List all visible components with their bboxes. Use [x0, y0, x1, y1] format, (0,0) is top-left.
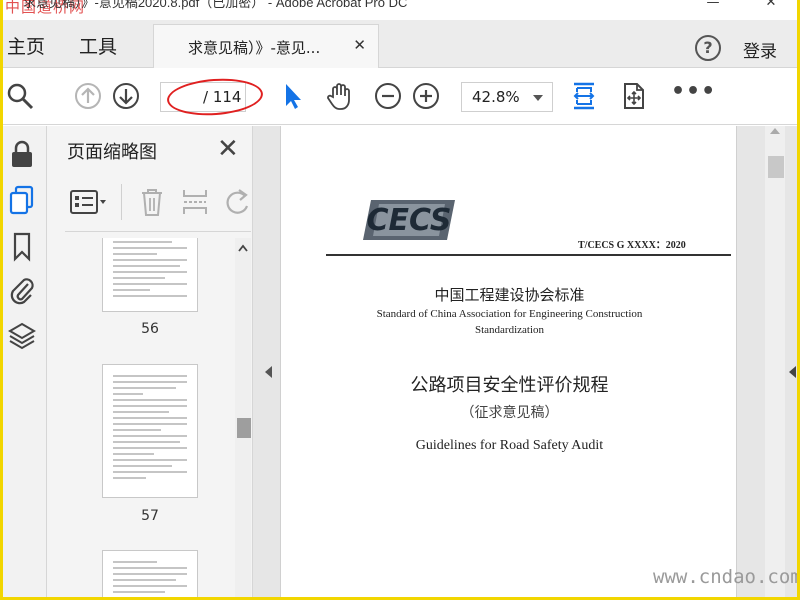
page-thumbnails-icon[interactable]	[7, 184, 37, 216]
fit-page-icon[interactable]	[569, 81, 599, 111]
insert-page-icon[interactable]	[181, 186, 209, 218]
attachment-icon[interactable]	[7, 274, 37, 306]
panel-scrollbar[interactable]	[235, 238, 251, 597]
page-thumbnail[interactable]	[102, 550, 198, 597]
lock-icon[interactable]	[7, 138, 37, 170]
title-bar: 中国道桥网 求意见稿）》-意见稿2020.8.pdf（已加密） - Adobe …	[3, 0, 797, 20]
search-icon[interactable]	[5, 81, 35, 111]
hand-tool-icon[interactable]	[325, 81, 355, 111]
document-tab[interactable]: 求意见稿）》-意见... ✕	[153, 24, 379, 68]
standard-code: T/CECS G XXXX：2020	[578, 240, 686, 251]
layers-icon[interactable]	[7, 320, 37, 352]
page-thumbnail[interactable]	[102, 364, 198, 498]
panel-toolbar-divider	[121, 184, 122, 220]
menu-tools[interactable]: 工具	[79, 32, 117, 59]
full-screen-icon[interactable]	[619, 81, 649, 111]
page-thumbnails-panel: 页面缩略图 ✕ 56 57	[47, 126, 253, 597]
toolbar: / 114 42.8% •••	[3, 69, 797, 125]
close-tab-button[interactable]: ✕	[353, 36, 366, 54]
more-options-icon[interactable]: •••	[671, 79, 716, 104]
window-title: 求意见稿）》-意见稿2020.8.pdf（已加密） - Adobe Acroba…	[23, 0, 408, 10]
panel-scrollbar-thumb[interactable]	[237, 418, 251, 438]
thumbnail-options-icon[interactable]	[69, 188, 109, 216]
organization-en-line1: Standard of China Association for Engine…	[376, 308, 643, 320]
bookmark-icon[interactable]	[7, 230, 37, 262]
panel-toolbar	[65, 176, 251, 232]
menu-bar: 主页 工具 求意见稿）》-意见... ✕ ? 登录	[3, 20, 797, 68]
trash-icon[interactable]	[139, 186, 165, 218]
select-cursor-icon[interactable]	[277, 81, 307, 111]
next-page-icon[interactable]	[111, 81, 141, 111]
menu-home[interactable]: 主页	[7, 32, 45, 59]
close-panel-button[interactable]: ✕	[217, 134, 239, 164]
previous-page-icon[interactable]	[73, 81, 103, 111]
document-title-en: Guidelines for Road Safety Audit	[415, 438, 604, 453]
logo-text: CECS	[366, 203, 451, 238]
document-scrollbar-thumb[interactable]	[768, 156, 784, 178]
help-icon[interactable]: ?	[695, 35, 721, 61]
minimize-button[interactable]: —	[693, 0, 733, 10]
document-scrollbar[interactable]	[765, 126, 785, 597]
thumbnail-label: 56	[141, 321, 159, 337]
page-thumbnail[interactable]	[102, 238, 198, 312]
zoom-level-value: 42.8%	[472, 88, 520, 106]
login-button[interactable]: 登录	[743, 37, 777, 62]
scroll-up-icon[interactable]	[770, 128, 780, 134]
document-title-cn: 公路项目安全性评价规程	[410, 375, 609, 396]
pdf-page: CECS T/CECS G XXXX：2020 中国工程建设协会标准 Stand…	[280, 126, 737, 597]
document-subtitle-cn: （征求意见稿）	[460, 405, 559, 421]
zoom-in-icon[interactable]	[411, 81, 441, 111]
zoom-out-icon[interactable]	[373, 81, 403, 111]
cecs-logo: CECS	[363, 200, 455, 240]
collapse-left-panel-icon[interactable]	[265, 366, 272, 378]
acrobat-window: 中国道桥网 求意见稿）》-意见稿2020.8.pdf（已加密） - Adobe …	[3, 0, 797, 597]
left-rail	[3, 126, 47, 597]
thumbnail-list: 56 57	[47, 238, 235, 597]
close-window-button[interactable]: ✕	[751, 0, 791, 10]
document-view: CECS T/CECS G XXXX：2020 中国工程建设协会标准 Stand…	[253, 126, 797, 597]
site-watermark: www.cndao.com	[653, 566, 797, 588]
thumbnail-label: 57	[141, 508, 159, 524]
rotate-icon[interactable]	[223, 186, 251, 218]
panel-title: 页面缩略图	[67, 142, 157, 163]
organization-en-line2: Standardization	[474, 324, 545, 336]
zoom-level-dropdown[interactable]: 42.8%	[461, 82, 553, 112]
document-tab-label: 求意见稿）》-意见...	[188, 39, 321, 57]
header-rule	[326, 254, 731, 256]
chevron-down-icon	[533, 95, 543, 101]
expand-right-panel-icon[interactable]	[789, 366, 796, 378]
organization-cn: 中国工程建设协会标准	[434, 286, 585, 304]
scroll-up-icon[interactable]	[238, 244, 248, 252]
